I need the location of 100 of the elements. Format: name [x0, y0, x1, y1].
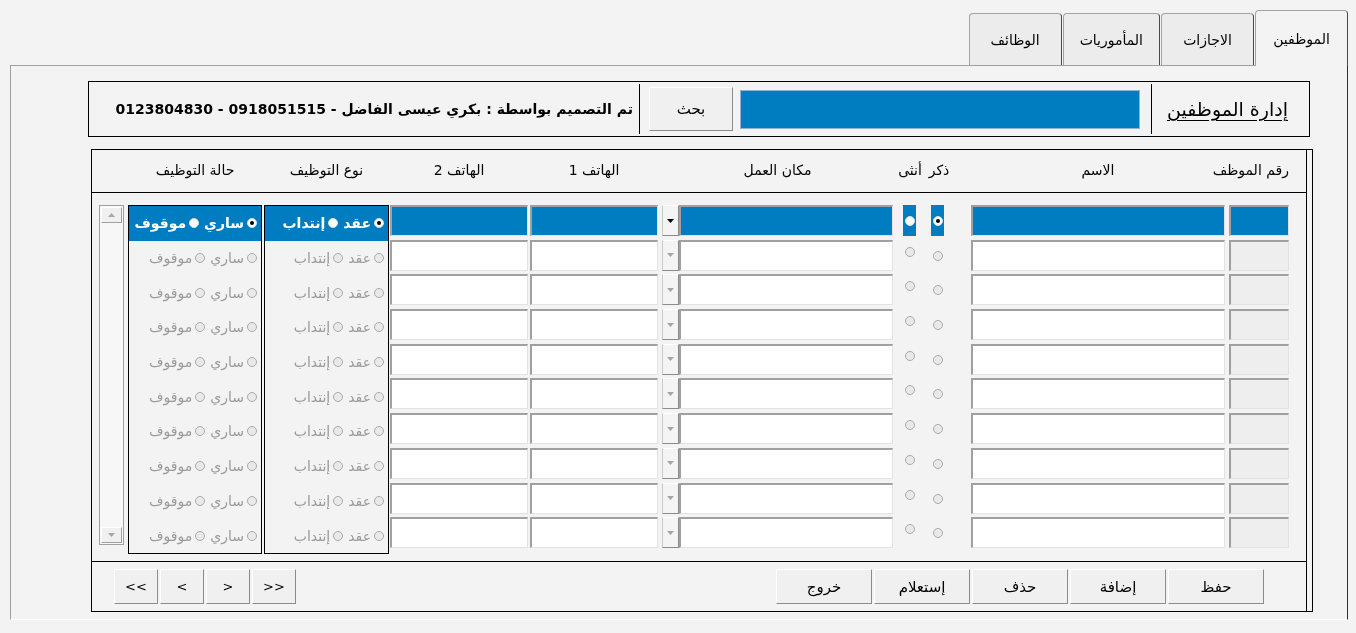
dropdown-field[interactable]: [679, 239, 893, 271]
dropdown-button[interactable]: [662, 205, 679, 236]
input-field[interactable]: [971, 413, 1225, 445]
option-label: موقوف: [149, 423, 193, 440]
option-label: ساري: [204, 215, 244, 232]
option-label: عقد: [348, 492, 371, 509]
input-field[interactable]: [971, 482, 1225, 514]
input-field[interactable]: [390, 274, 528, 306]
option-label: ساري: [210, 492, 244, 509]
input-field[interactable]: [390, 309, 528, 341]
column-header: مكان العمل: [743, 162, 812, 178]
input-field[interactable]: [390, 205, 528, 236]
previous-record-button[interactable]: <: [160, 569, 204, 604]
dropdown-field[interactable]: [679, 343, 893, 375]
column-header: أنثى: [898, 162, 922, 178]
search-field[interactable]: [740, 89, 1140, 129]
delete-button[interactable]: حذف: [972, 569, 1068, 604]
dropdown-field[interactable]: [679, 309, 893, 341]
input-field[interactable]: [971, 239, 1225, 271]
option-label: إنتداب: [293, 250, 331, 267]
exit-button[interactable]: خروج: [776, 569, 872, 604]
caret-down-icon: [667, 322, 674, 327]
option-label: عقد: [348, 458, 371, 475]
option-label: إنتداب: [293, 354, 331, 371]
input-field[interactable]: [530, 447, 658, 479]
input-field[interactable]: [390, 343, 528, 375]
save-button[interactable]: حفظ: [1168, 569, 1264, 604]
option-label: إنتداب: [293, 319, 331, 336]
radio-button[interactable]: [932, 215, 943, 226]
option-label: إنتداب: [293, 492, 331, 509]
input-field[interactable]: [390, 482, 528, 514]
column-header: الهاتف 1: [568, 162, 620, 178]
caret-down-icon: [667, 426, 674, 431]
radio-button[interactable]: [189, 218, 200, 229]
input-field[interactable]: [390, 517, 528, 549]
tab[interactable]: الموظفين: [1255, 10, 1348, 66]
input-field[interactable]: [530, 343, 658, 375]
input-field[interactable]: [530, 413, 658, 445]
input-field[interactable]: [390, 378, 528, 410]
input-field[interactable]: [1229, 205, 1289, 236]
option-label: موقوف: [149, 284, 193, 301]
column-header: حالة التوظيف: [155, 162, 235, 178]
query-button[interactable]: إستعلام: [874, 569, 970, 604]
dropdown-field[interactable]: [679, 378, 893, 410]
option-label: ساري: [210, 284, 244, 301]
option-label: ساري: [210, 388, 244, 405]
option-label: إنتداب: [293, 284, 331, 301]
caret-down-icon: [667, 391, 674, 396]
option-label: موقوف: [149, 458, 193, 475]
input-field[interactable]: [530, 309, 658, 341]
input-field[interactable]: [971, 517, 1225, 549]
option-label: موقوف: [149, 388, 193, 405]
column-header: الاسم: [1081, 162, 1115, 178]
input-field[interactable]: [530, 482, 658, 514]
dropdown-field[interactable]: [679, 205, 893, 236]
input-field[interactable]: [390, 239, 528, 271]
dropdown-field[interactable]: [679, 447, 893, 479]
last-record-button[interactable]: >>: [252, 569, 296, 604]
input-field[interactable]: [971, 309, 1225, 341]
option-label: عقد: [348, 388, 371, 405]
option-label: موقوف: [149, 492, 193, 509]
search-button[interactable]: بحث: [649, 87, 733, 131]
option-label: عقد: [348, 354, 371, 371]
input-field[interactable]: [390, 447, 528, 479]
scroll-up-button[interactable]: [101, 207, 122, 223]
dropdown-field[interactable]: [679, 517, 893, 549]
column-header: رقم الموظف: [1212, 162, 1289, 178]
scroll-down-button[interactable]: [101, 527, 122, 543]
tab[interactable]: المأموريات: [1062, 13, 1160, 65]
input-field[interactable]: [390, 413, 528, 445]
input-field[interactable]: [530, 239, 658, 271]
first-record-button[interactable]: <<: [114, 569, 158, 604]
radio-button[interactable]: [328, 218, 339, 229]
caret-up-icon: [108, 213, 115, 217]
input-field[interactable]: [971, 205, 1225, 236]
option-label: عقد: [348, 423, 371, 440]
option-label: إنتداب: [293, 388, 331, 405]
input-field[interactable]: [530, 274, 658, 306]
dropdown-field[interactable]: [679, 413, 893, 445]
scrollbar[interactable]: [99, 205, 124, 545]
caret-down-icon: [667, 253, 674, 258]
radio-button[interactable]: [247, 218, 257, 229]
input-field[interactable]: [530, 378, 658, 410]
dropdown-field[interactable]: [679, 274, 893, 306]
input-field[interactable]: [971, 343, 1225, 375]
input-field[interactable]: [530, 205, 658, 236]
next-record-button[interactable]: >: [206, 569, 250, 604]
radio-button[interactable]: [904, 215, 915, 226]
radio-button[interactable]: [374, 218, 384, 229]
caret-down-icon: [667, 287, 674, 292]
input-field[interactable]: [971, 447, 1225, 479]
tab[interactable]: الاجازات: [1161, 13, 1254, 65]
input-field[interactable]: [971, 378, 1225, 410]
tab[interactable]: الوظائف: [968, 13, 1062, 65]
input-field[interactable]: [971, 274, 1225, 306]
dropdown-field[interactable]: [679, 482, 893, 514]
option-label: ساري: [210, 458, 244, 475]
option-label: إنتداب: [293, 527, 331, 544]
input-field[interactable]: [530, 517, 658, 549]
add-button[interactable]: إضافة: [1070, 569, 1166, 604]
